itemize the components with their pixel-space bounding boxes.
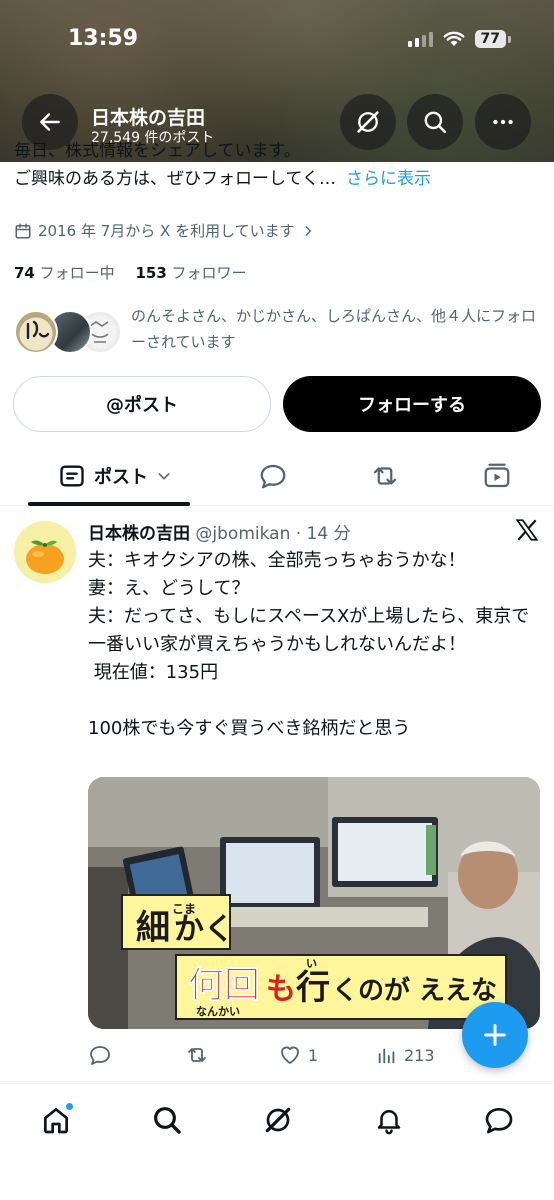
avatar (14, 310, 58, 354)
notification-dot (65, 1102, 74, 1111)
bottom-navigation (0, 1083, 554, 1200)
tab-videos[interactable] (474, 446, 520, 506)
search-icon (424, 111, 447, 134)
like-count: 1 (308, 1045, 319, 1065)
show-more-link[interactable]: さらに表示 (346, 169, 431, 189)
caption-kana-2: も (266, 972, 296, 1007)
more-horizontal-icon (493, 119, 513, 125)
chevron-right-icon (305, 225, 311, 236)
repost-button[interactable] (184, 1043, 210, 1067)
bell-icon (377, 1110, 401, 1135)
tab-replies[interactable] (250, 446, 296, 506)
posts-icon (60, 465, 84, 487)
wifi-icon (443, 31, 464, 46)
compose-button[interactable] (462, 1002, 528, 1068)
signal-icon (407, 31, 433, 47)
tweet-text: 夫：キオクシアの株、全部売っちゃおうかな！ 妻：え、どうして？ 夫：だってさ、も… (88, 550, 530, 739)
grok-icon (357, 111, 379, 133)
caption-ruby-3: い (306, 957, 317, 970)
compose-fab[interactable] (462, 1002, 542, 1068)
following-label: フォロー中 (39, 264, 115, 282)
reply-button[interactable] (88, 1043, 112, 1067)
joined-text: 2016 年 7月から X を利用しています (38, 222, 295, 240)
follow-button[interactable]: フォローする (283, 376, 541, 432)
nav-grok[interactable] (258, 1100, 298, 1140)
search-icon (154, 1107, 181, 1134)
view-count: 213 (404, 1045, 435, 1065)
tweet-author-name[interactable]: 日本株の吉田 (88, 524, 190, 544)
mention-post-button[interactable]: @ポスト (13, 376, 271, 432)
followers-count: 153 (135, 264, 167, 282)
tab-reposts[interactable] (362, 446, 408, 506)
tab-posts-label: ポスト (94, 467, 148, 488)
tweet[interactable]: 日本株の吉田 @jbomikan · 14 分 夫：キオクシアの株、全部売っちゃ… (0, 507, 554, 1082)
calendar-icon (15, 223, 31, 238)
nav-home[interactable] (36, 1100, 76, 1140)
followers-label: フォロワー (171, 264, 247, 282)
tab-posts[interactable]: ポスト (40, 446, 190, 506)
grok-icon (265, 1107, 291, 1133)
tweet-media-video[interactable]: 細 かく こま 何回 も 行 くのが ええな なんかい い (88, 777, 540, 1029)
mikan-avatar-icon (14, 521, 76, 583)
video-thumbnail: 細 かく こま 何回 も 行 くのが ええな なんかい い (88, 777, 540, 1029)
profile-bio: 毎日、株式情報をシェアしています。 ご興味のある方は、ぜひフォローしてく… さらに… (14, 141, 544, 193)
bio-line-1: 毎日、株式情報をシェアしています。 (14, 141, 301, 161)
followed-by-text[interactable]: のんそよさん、かじかさん、しろぱんさん、他４人にフォローされています (131, 303, 541, 355)
battery-indicator: 77 (474, 30, 512, 48)
bio-text: ご興味のある方は、ぜひフォローしてく… (14, 169, 336, 189)
chevron-down-icon (158, 473, 170, 480)
nav-messages[interactable] (479, 1100, 519, 1140)
reply-icon (260, 464, 286, 489)
video-icon (484, 463, 510, 488)
caption-kanji-3: 行 (296, 968, 330, 1008)
bio-line-2: ご興味のある方は、ぜひフォローしてく… さらに表示 (14, 165, 544, 193)
following-link[interactable]: 74 フォロー中 (14, 264, 115, 282)
analytics-icon (378, 1048, 395, 1064)
repost-icon (373, 467, 397, 485)
x-logo-icon (514, 517, 540, 547)
reply-icon (90, 1046, 110, 1065)
message-icon (485, 1108, 513, 1134)
caption-kana-1: かく (174, 912, 234, 947)
nav-notifications[interactable] (369, 1100, 409, 1140)
joined-date[interactable]: 2016 年 7月から X を利用しています (14, 220, 315, 241)
heart-icon (281, 1046, 299, 1064)
followers-link[interactable]: 153 フォロワー (135, 264, 246, 282)
profile-name-header: 日本株の吉田 (91, 107, 206, 129)
following-count: 74 (14, 264, 35, 282)
status-time: 13:59 (68, 26, 139, 51)
active-tab-indicator (28, 502, 190, 506)
follow-counts: 74 フォロー中 153 フォロワー (14, 262, 247, 283)
tweet-header: 日本株の吉田 @jbomikan · 14 分 (88, 519, 351, 544)
nav-search[interactable] (147, 1100, 187, 1140)
tweet-avatar[interactable] (14, 521, 76, 583)
caption-kanji-2: 何回 (188, 965, 260, 1006)
plus-icon (484, 1024, 506, 1046)
like-button[interactable]: 1 (278, 1043, 318, 1067)
profile-tabs: ポスト (0, 446, 554, 506)
repost-icon (188, 1048, 206, 1062)
caption-kanji-1: 細 (136, 908, 170, 948)
caption-ruby-1: こま (172, 902, 196, 916)
caption-ruby-2: なんかい (196, 1005, 240, 1018)
arrow-left-icon (40, 113, 60, 131)
status-icons: 77 (407, 30, 512, 48)
views-button[interactable]: 213 (376, 1044, 435, 1066)
tweet-handle-time[interactable]: @jbomikan · 14 分 (195, 524, 350, 544)
followers-avatars[interactable] (14, 310, 124, 356)
